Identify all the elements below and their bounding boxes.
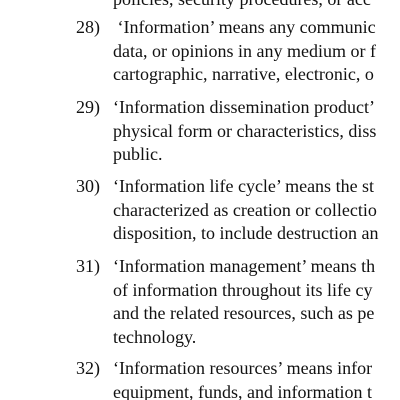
entry-text-line: and the related resources, such as pe	[113, 303, 375, 323]
entry-number: 32)	[76, 358, 100, 378]
entry-text-line: equipment, funds, and information t	[113, 381, 372, 400]
entry-text-line: ‘Information resources’ means infor	[113, 358, 373, 378]
entry-text-line: cartographic, narrative, electronic, o	[113, 64, 374, 84]
entry-number: 29)	[76, 97, 100, 117]
document-page: policies, security procedures, or acc 28…	[0, 0, 400, 400]
entry-text-line: physical form or characteristics, diss	[113, 120, 377, 141]
entry-text-line: ‘Information management’ means th	[113, 256, 376, 276]
entry-text-line: of information throughout its life cy	[113, 279, 373, 300]
entry-number: 28)	[76, 17, 100, 37]
entry-text-line: characterized as creation or collectio	[113, 199, 377, 220]
entry-text-line: ‘Information life cycle’ means the st	[113, 176, 375, 196]
entry-text-line: ‘Information’ means any communic	[113, 17, 376, 37]
partial-text-line: policies, security procedures, or acc	[113, 0, 371, 12]
entry-number: 30)	[76, 176, 100, 196]
entry-text-line: data, or opinions in any medium or f	[113, 40, 376, 61]
entry-text-line: ‘Information dissemination product’	[113, 97, 375, 117]
entry-number: 31)	[76, 256, 100, 276]
entry-text-line: technology.	[113, 326, 197, 347]
entry-text-line: disposition, to include destruction an	[113, 223, 379, 243]
entry-text-line: public.	[113, 144, 163, 164]
